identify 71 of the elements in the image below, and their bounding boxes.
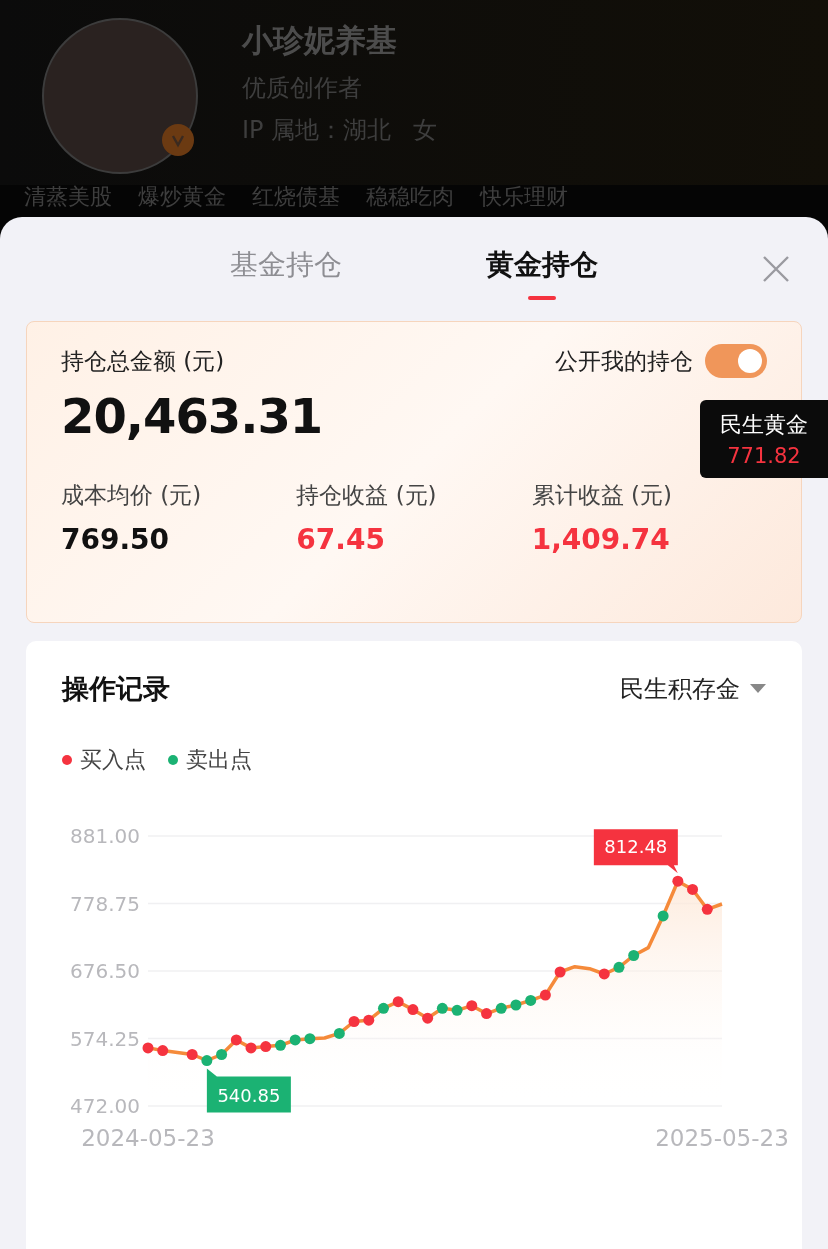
tooltip-name: 民生黄金 [720, 411, 808, 439]
profile-tag[interactable]: 红烧债基 [252, 182, 340, 212]
records-title: 操作记录 [62, 672, 170, 706]
trade-point [539, 989, 551, 1001]
trade-point [142, 1042, 154, 1054]
stat-label: 持仓收益 (元) [296, 481, 438, 510]
trade-point [216, 1049, 228, 1060]
tab[interactable]: 基金持仓 [230, 236, 342, 302]
trade-point [613, 961, 625, 973]
price-annotation: 812.48 [593, 829, 678, 874]
y-axis-label: 881.00 [70, 824, 140, 848]
close-icon[interactable] [762, 255, 790, 283]
trade-point [304, 1033, 316, 1045]
stat-value: 67.45 [296, 523, 386, 556]
stat-value: 769.50 [61, 523, 171, 556]
public-label: 公开我的持仓 [555, 346, 693, 376]
trade-point [701, 903, 713, 915]
price-annotation: 540.85 [206, 1068, 291, 1113]
trade-point [628, 950, 640, 961]
annotation: 540.85 [217, 1084, 281, 1106]
profile-tag[interactable]: 稳稳吃肉 [366, 182, 454, 212]
annotation: 812.48 [604, 836, 668, 858]
total-label: 持仓总金额 (元) [61, 346, 225, 376]
x-axis-label: 2024-05-23 [81, 1125, 215, 1151]
trade-point [525, 994, 537, 1006]
trade-point [466, 1000, 478, 1012]
tooltip-price: 771.82 [727, 444, 801, 468]
trade-point [333, 1027, 345, 1039]
trade-point [230, 1034, 242, 1046]
trade-point [510, 999, 522, 1011]
trade-point [672, 875, 684, 887]
trade-point [436, 1002, 448, 1014]
caret-icon [750, 684, 766, 694]
profile-tag[interactable]: 快乐理财 [480, 182, 568, 212]
trade-point [687, 883, 699, 895]
trade-point [245, 1042, 257, 1054]
trade-point [657, 910, 669, 922]
trade-point [481, 1008, 492, 1020]
legend-label: 卖出点 [186, 746, 252, 774]
stat-label: 累计收益 (元) [531, 481, 673, 510]
trade-point [554, 966, 566, 978]
stat-label: 成本均价 (元) [61, 481, 203, 510]
trade-point [451, 1004, 463, 1016]
trade-point [392, 996, 404, 1008]
profile-tag[interactable]: 爆炒黄金 [138, 182, 226, 212]
y-axis-label: 676.50 [70, 959, 140, 983]
public-toggle[interactable] [705, 344, 767, 378]
trade-point [157, 1045, 169, 1057]
trade-point [186, 1049, 198, 1060]
y-axis-label: 778.75 [70, 891, 140, 916]
x-axis-label: 2025-05-23 [655, 1125, 789, 1151]
trade-point [274, 1039, 286, 1051]
trade-point [495, 1002, 507, 1014]
trade-point [348, 1016, 360, 1027]
trade-point [289, 1034, 301, 1046]
total-amount: 20,463.31 [61, 388, 323, 444]
trade-point [598, 968, 610, 980]
trade-point [407, 1004, 419, 1016]
trade-point [422, 1012, 434, 1024]
y-axis-label: 472.00 [70, 1094, 140, 1118]
trade-point [201, 1055, 213, 1067]
profile-name: 小珍妮养基 [242, 21, 398, 60]
tab[interactable]: 黄金持仓 [486, 236, 598, 302]
stat-value: 1,409.74 [531, 523, 671, 556]
trade-point [378, 1002, 389, 1014]
fund-dropdown[interactable]: 民生积存金 [620, 673, 766, 705]
profile-tag[interactable]: 清蒸美股 [24, 182, 112, 212]
trade-point [363, 1014, 375, 1026]
y-axis-label: 574.25 [70, 1026, 140, 1051]
trade-point [260, 1041, 272, 1053]
legend-label: 买入点 [80, 746, 146, 774]
